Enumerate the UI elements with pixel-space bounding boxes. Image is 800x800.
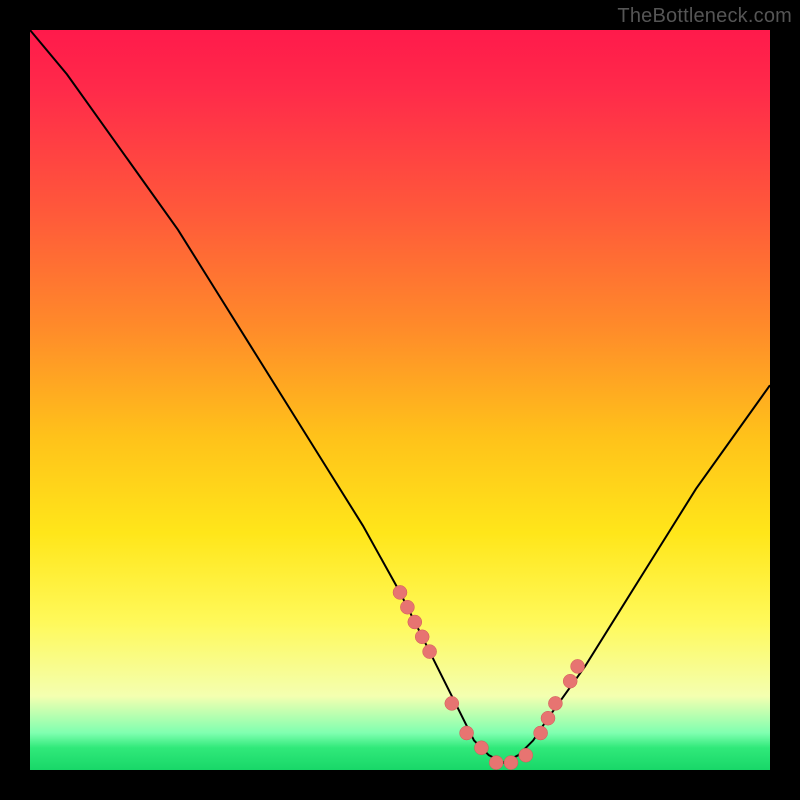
sample-dot bbox=[534, 726, 548, 740]
sample-dot bbox=[408, 615, 422, 629]
sample-dot bbox=[474, 741, 488, 755]
curve-layer bbox=[30, 30, 770, 770]
sample-dot bbox=[415, 630, 429, 644]
sample-dot bbox=[548, 696, 562, 710]
sample-dot bbox=[423, 645, 437, 659]
sample-dot bbox=[571, 659, 585, 673]
chart-frame: TheBottleneck.com bbox=[0, 0, 800, 800]
sample-dot bbox=[563, 674, 577, 688]
sample-dot bbox=[393, 585, 407, 599]
sample-dots-group bbox=[393, 585, 585, 769]
watermark-text: TheBottleneck.com bbox=[617, 5, 792, 28]
sample-dot bbox=[445, 696, 459, 710]
sample-dot bbox=[460, 726, 474, 740]
sample-dot bbox=[541, 711, 555, 725]
sample-dot bbox=[504, 756, 518, 770]
sample-dot bbox=[400, 600, 414, 614]
sample-dot bbox=[519, 748, 533, 762]
bottleneck-curve bbox=[30, 30, 770, 763]
sample-dot bbox=[489, 756, 503, 770]
plot-area bbox=[30, 30, 770, 770]
